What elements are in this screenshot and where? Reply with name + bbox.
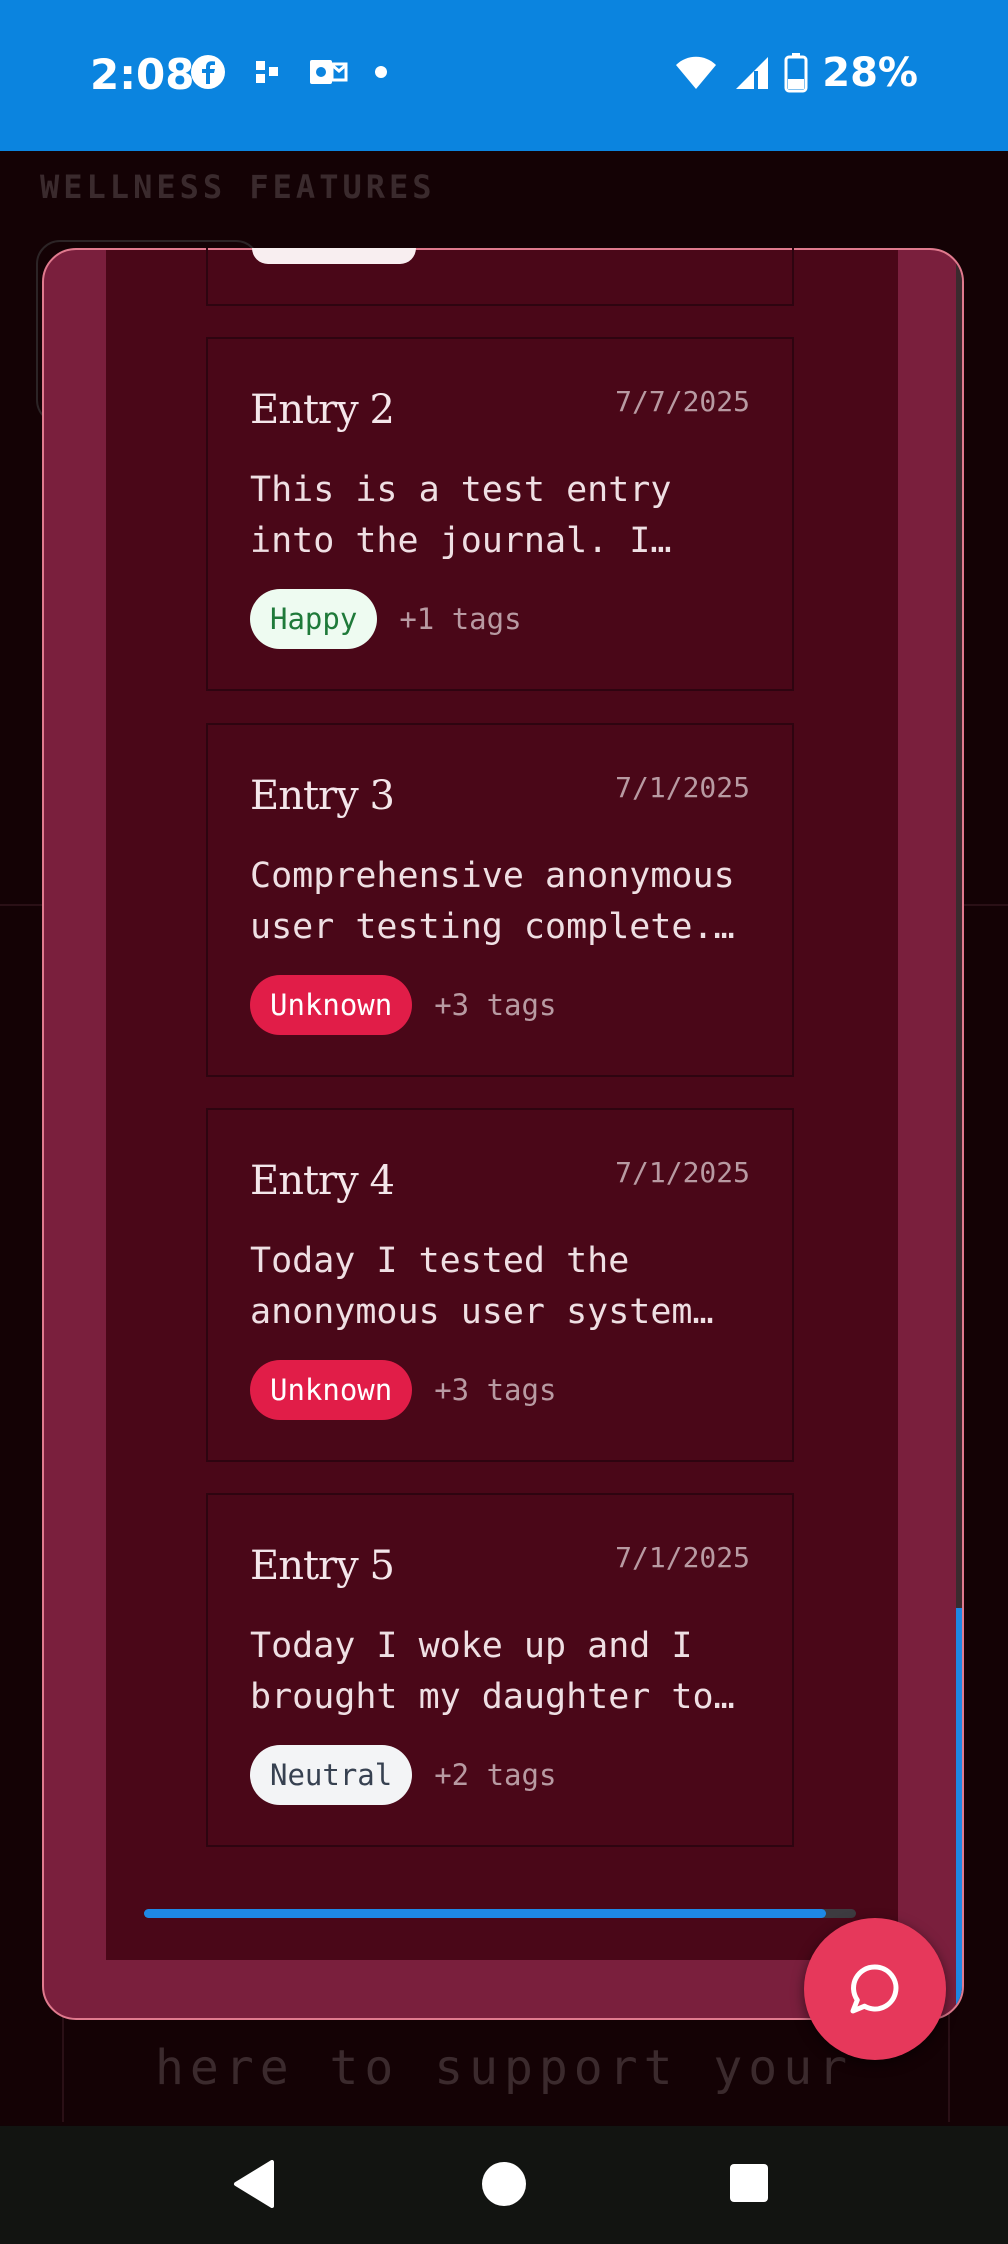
entry-date: 7/1/2025 xyxy=(615,771,750,804)
outlook-icon xyxy=(310,60,348,84)
journal-entry-card[interactable]: Entry 3 7/1/2025 Comprehensive anonymous… xyxy=(206,723,794,1077)
slack-icon xyxy=(256,61,278,83)
entry-preview: Comprehensive anonymous user testing com… xyxy=(250,856,735,947)
journal-entry-card[interactable]: Entry 2 7/7/2025 This is a test entry in… xyxy=(206,337,794,691)
dot-icon xyxy=(375,66,387,78)
status-time: 2:08 xyxy=(90,50,195,99)
home-icon[interactable] xyxy=(482,2162,526,2206)
back-icon[interactable] xyxy=(232,2160,276,2208)
more-tags-count: +2 tags xyxy=(434,1758,557,1792)
mood-pill: Unknown xyxy=(250,1360,413,1420)
entry-tags: Happy +1 tags xyxy=(250,589,522,649)
entry-date: 7/1/2025 xyxy=(615,1541,750,1574)
chat-fab-button[interactable] xyxy=(804,1918,946,2060)
entry-date: 7/7/2025 xyxy=(615,385,750,418)
system-icons: 28% xyxy=(674,50,918,96)
entry-title: Entry 5 xyxy=(250,1543,395,1589)
notification-icons xyxy=(190,54,388,90)
mood-pill: Neutral xyxy=(250,1745,413,1805)
support-text: here to support your xyxy=(155,2040,853,2096)
wellness-features-heading: WELLNESS FEATURES xyxy=(40,168,436,206)
entry-tags: Unknown +3 tags xyxy=(250,975,556,1035)
mood-pill: Happy xyxy=(250,589,378,649)
entry-title: Entry 2 xyxy=(250,387,395,433)
more-tags-count: +3 tags xyxy=(434,988,557,1022)
wifi-icon xyxy=(676,56,717,89)
entry-date: 7/1/2025 xyxy=(615,1156,750,1189)
entry-title: Entry 3 xyxy=(250,773,395,819)
entry-title: Entry 4 xyxy=(250,1158,395,1204)
more-tags-count: +3 tags xyxy=(434,1373,557,1407)
facebook-icon xyxy=(191,55,225,89)
entry-preview: This is a test entry into the journal. I… xyxy=(250,470,672,561)
more-tags-count: +1 tags xyxy=(399,602,522,636)
mood-pill: Unknown xyxy=(250,975,413,1035)
signal-icon xyxy=(736,57,769,89)
status-bar: 2:08 28% xyxy=(0,0,1008,151)
battery-percentage: 28% xyxy=(822,50,918,96)
chat-bubble-icon xyxy=(850,1964,899,2014)
entry-tags: Unknown +3 tags xyxy=(250,1360,556,1420)
vertical-scrollbar-thumb[interactable] xyxy=(956,1608,962,2018)
mood-pill-partial xyxy=(252,248,416,264)
journal-entry-card[interactable]: Entry 5 7/1/2025 Today I woke up and I b… xyxy=(206,1493,794,1847)
horizontal-scrollbar-thumb[interactable] xyxy=(144,1909,826,1918)
entry-preview: Today I woke up and I brought my daughte… xyxy=(250,1626,735,1717)
entry-preview: Today I tested the anonymous user system… xyxy=(250,1241,714,1332)
entry-tags: Neutral +2 tags xyxy=(250,1745,556,1805)
battery-icon xyxy=(784,53,808,93)
recent-apps-icon[interactable] xyxy=(730,2164,768,2202)
journal-entry-card[interactable]: Entry 4 7/1/2025 Today I tested the anon… xyxy=(206,1108,794,1462)
